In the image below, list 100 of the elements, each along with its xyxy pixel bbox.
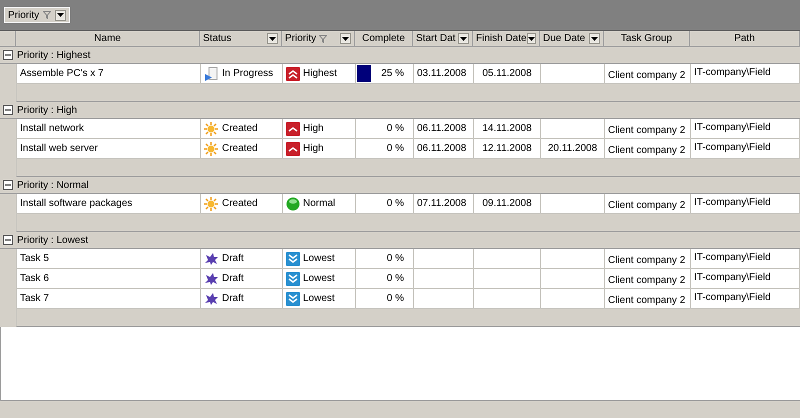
priority-label: Normal <box>303 197 336 211</box>
task-path: IT-company\Field <box>694 196 771 210</box>
sun-icon <box>204 122 218 136</box>
complete-percent: 0 % <box>386 142 404 156</box>
caret-down-icon <box>342 36 349 40</box>
start-date: 07.11.2008 <box>417 197 466 211</box>
task-row[interactable]: Task 5 Draft Lowest 0 % Client company 2 IT-company\Field <box>16 249 800 269</box>
priority-label: Lowest <box>303 252 335 266</box>
start-date: 06.11.2008 <box>417 142 466 156</box>
group-header[interactable]: Priority : Lowest <box>0 232 800 249</box>
task-name: Install network <box>20 122 84 136</box>
task-group: Client company 2 <box>608 142 686 158</box>
status-label: Created <box>222 197 258 211</box>
task-group: Client company 2 <box>608 252 686 268</box>
column-header[interactable]: Path <box>690 31 800 46</box>
column-header[interactable]: Status <box>200 31 282 46</box>
minus-icon <box>5 237 11 243</box>
column-header[interactable]: Name <box>16 31 200 46</box>
start-date: 06.11.2008 <box>417 122 466 136</box>
circle-icon <box>286 196 300 210</box>
finish-date: 12.11.2008 <box>482 142 532 156</box>
column-header[interactable]: Due Date <box>540 31 604 46</box>
splat-icon <box>204 272 218 286</box>
complete-percent: 0 % <box>386 272 404 286</box>
group-label: Priority : Highest <box>17 48 90 62</box>
group-label: Priority : Lowest <box>17 234 88 248</box>
group-label: Priority : High <box>17 104 78 118</box>
double-chevron-down-icon <box>286 292 300 306</box>
minus-icon <box>5 107 11 113</box>
complete-percent: 0 % <box>386 252 404 266</box>
priority-label: High <box>303 122 324 136</box>
task-path: IT-company\Field <box>694 120 771 134</box>
task-row[interactable]: Assemble PC's x 7 In Progress Highest 25 % 03.11.2008 05.11.2008 Client company 2 IT-company\Field <box>16 64 800 84</box>
complete-percent: 0 % <box>386 122 404 136</box>
status-label: Created <box>222 142 258 156</box>
start-date: 03.11.2008 <box>417 67 466 81</box>
dropdown-button[interactable] <box>589 33 600 44</box>
complete-percent: 0 % <box>386 197 404 211</box>
group-by-chip[interactable]: Priority <box>4 7 70 23</box>
finish-date: 05.11.2008 <box>482 67 532 81</box>
complete-percent: 25 % <box>381 67 404 81</box>
task-path: IT-company\Field <box>694 140 771 154</box>
task-path: IT-company\Field <box>694 290 771 304</box>
task-row[interactable]: Install software packages Created Normal 0 % 07.11.2008 09.11.2008 Client company 2 IT-company\Field <box>16 194 800 214</box>
column-header[interactable]: Complete <box>355 31 413 46</box>
task-group: Client company 2 <box>608 272 686 288</box>
minus-icon <box>5 182 11 188</box>
collapse-toggle[interactable] <box>3 235 13 245</box>
splat-icon <box>204 292 218 306</box>
group-label: Priority : Normal <box>17 178 89 192</box>
priority-label: High <box>303 142 324 156</box>
column-header[interactable]: Start Dat <box>413 31 473 46</box>
column-header[interactable]: Finish Date <box>473 31 540 46</box>
sun-icon <box>204 196 218 210</box>
dropdown-button[interactable] <box>458 33 469 44</box>
caret-down-icon <box>269 36 276 40</box>
double-chevron-down-icon <box>286 252 300 266</box>
double-chevron-down-icon <box>286 272 300 286</box>
caret-down-icon <box>591 36 598 40</box>
column-header[interactable]: Task Group <box>604 31 690 46</box>
collapse-toggle[interactable] <box>3 180 13 190</box>
task-row[interactable]: Task 7 Draft Lowest 0 % Client company 2 IT-company\Field <box>16 289 800 309</box>
task-group: Client company 2 <box>608 292 686 308</box>
task-path: IT-company\Field <box>694 66 771 80</box>
status-label: Draft <box>222 272 244 286</box>
task-group: Client company 2 <box>608 122 686 138</box>
dropdown-button[interactable] <box>55 10 66 20</box>
task-row[interactable]: Task 6 Draft Lowest 0 % Client company 2 IT-company\Field <box>16 269 800 289</box>
task-name: Task 5 <box>20 252 49 266</box>
sun-icon <box>204 142 218 156</box>
task-path: IT-company\Field <box>694 250 771 264</box>
task-name: Install software packages <box>20 197 132 211</box>
status-label: Draft <box>222 292 244 306</box>
task-row[interactable]: Install web server Created High 0 % 06.11.2008 12.11.2008 20.11.2008 Client company 2 IT-company\Field <box>16 139 800 159</box>
due-date: 20.11.2008 <box>548 142 598 156</box>
collapse-toggle[interactable] <box>3 105 13 115</box>
caret-down-icon <box>460 36 467 40</box>
caret-down-icon <box>57 13 64 17</box>
finish-date: 14.11.2008 <box>482 122 532 136</box>
document-arrow-icon <box>204 66 218 80</box>
complete-percent: 0 % <box>386 292 404 306</box>
priority-label: Lowest <box>303 292 335 306</box>
group-header[interactable]: Priority : Highest <box>0 47 800 64</box>
dropdown-button[interactable] <box>526 33 536 44</box>
group-header[interactable]: Priority : Normal <box>0 177 800 194</box>
collapse-toggle[interactable] <box>3 50 13 60</box>
priority-label: Highest <box>303 67 337 81</box>
status-label: In Progress <box>222 67 274 81</box>
status-label: Created <box>222 122 258 136</box>
dropdown-button[interactable] <box>267 33 278 44</box>
chevron-up-icon <box>286 122 300 136</box>
group-by-label: Priority <box>8 8 40 22</box>
column-header[interactable]: Priority <box>282 31 355 46</box>
group-header[interactable]: Priority : High <box>0 102 800 119</box>
status-label: Draft <box>222 252 244 266</box>
chevron-up-icon <box>286 142 300 156</box>
dropdown-button[interactable] <box>340 33 351 44</box>
double-chevron-up-icon <box>286 66 300 80</box>
task-name: Install web server <box>20 142 98 156</box>
task-row[interactable]: Install network Created High 0 % 06.11.2008 14.11.2008 Client company 2 IT-company\Field <box>16 119 800 139</box>
